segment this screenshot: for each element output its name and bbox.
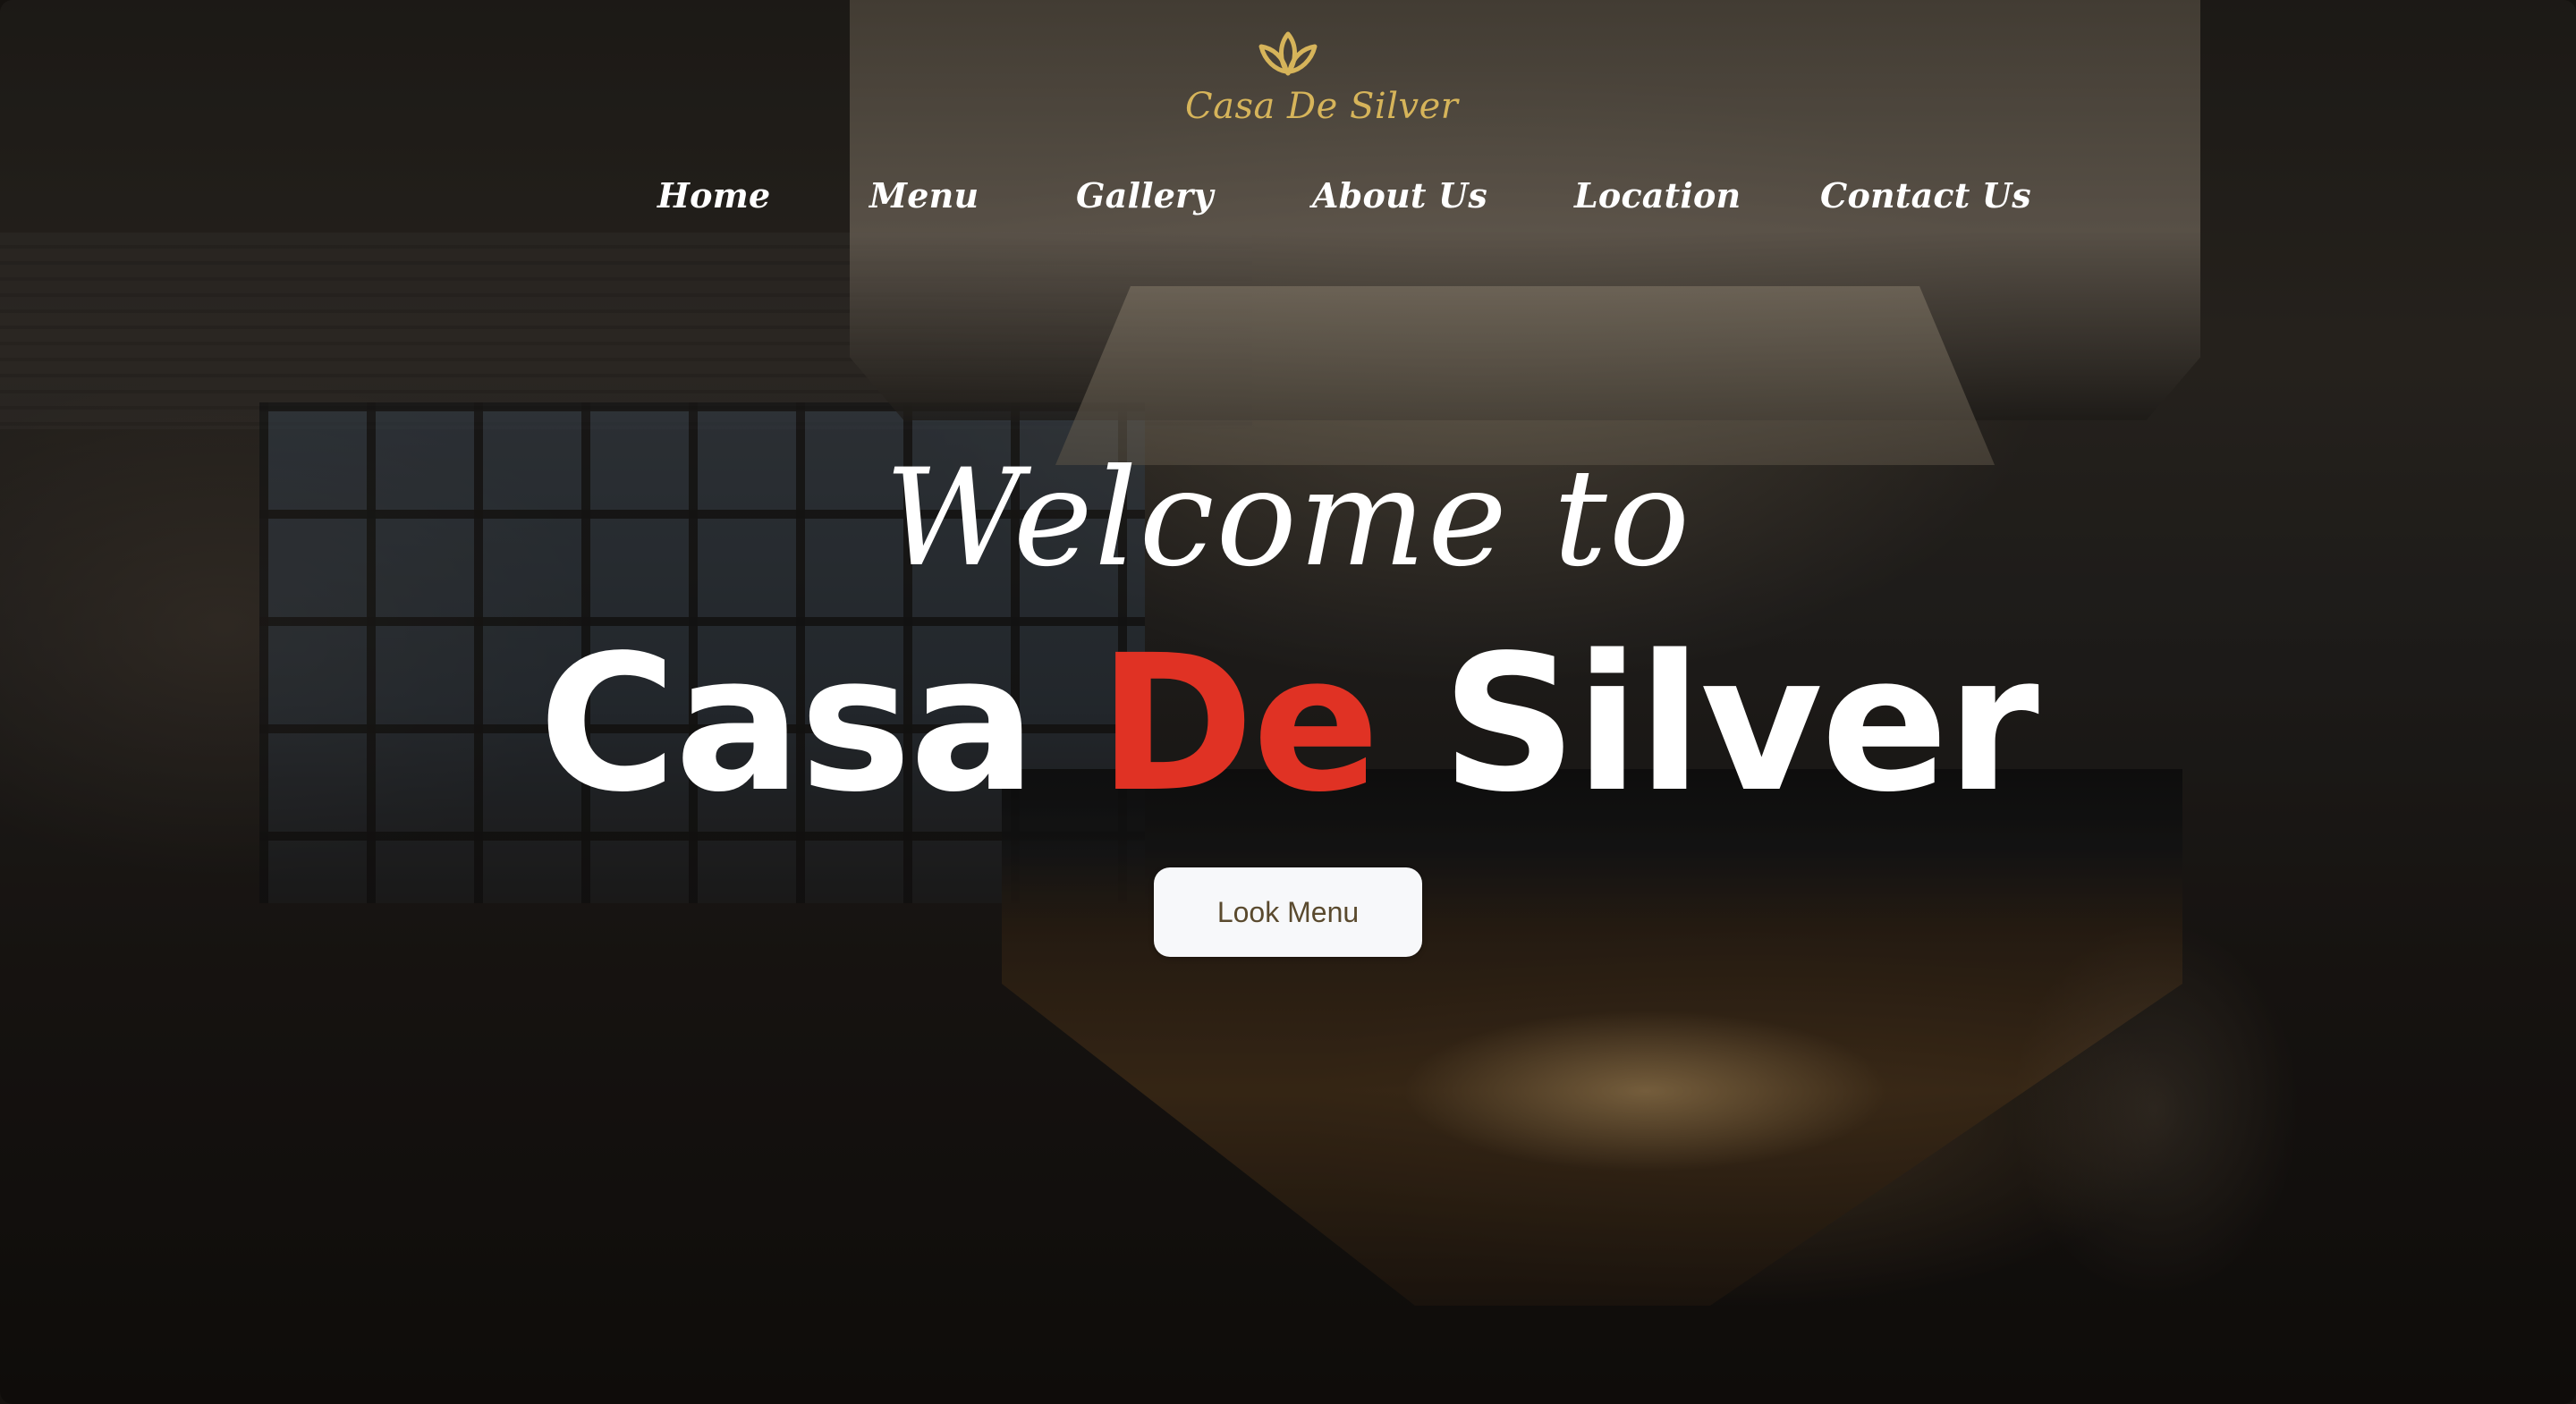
site-logo[interactable]: Casa De Silver (1185, 27, 1459, 127)
main-nav: Home Menu Gallery About Us Location Cont… (0, 175, 2576, 225)
hero-title: Casa De Silver (0, 626, 2576, 823)
nav-location[interactable]: Location (1574, 175, 1741, 216)
nav-about-us[interactable]: About Us (1312, 175, 1487, 216)
hero-title-casa: Casa (538, 614, 1037, 833)
nav-gallery[interactable]: Gallery (1076, 175, 1214, 216)
nav-menu[interactable]: Menu (869, 175, 979, 216)
nav-home[interactable]: Home (657, 175, 770, 216)
nav-contact-us[interactable]: Contact Us (1820, 175, 2031, 216)
hero-welcome-text: Welcome to (884, 441, 1692, 596)
logo-text: Casa De Silver (1185, 86, 1459, 127)
hero-title-de: De (1097, 614, 1380, 833)
look-menu-button[interactable]: Look Menu (1154, 867, 1422, 957)
hero-title-silver: Silver (1441, 614, 2039, 833)
hero-section: Casa De Silver Home Menu Gallery About U… (0, 0, 2576, 1404)
lotus-icon (1258, 31, 1318, 76)
